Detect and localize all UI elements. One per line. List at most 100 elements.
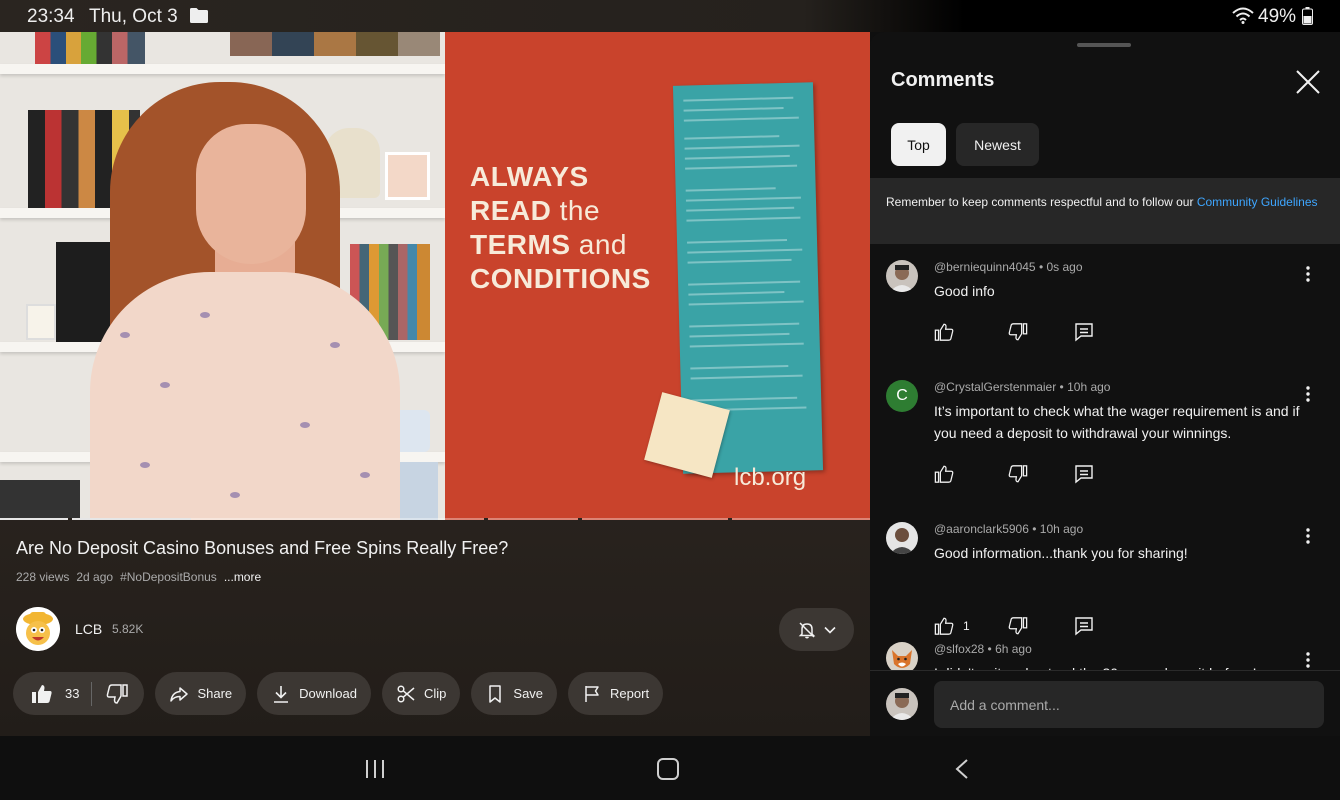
share-label: Share [197,686,233,701]
comment-author[interactable]: @CrystalGerstenmaier [934,380,1056,394]
status-date: Thu, Oct 3 [89,6,178,27]
video-progress-bar[interactable] [0,518,870,520]
wifi-icon [1232,7,1254,24]
chapter-gap [728,518,732,520]
home-icon[interactable] [657,758,679,780]
save-button[interactable]: Save [471,672,558,715]
comment-text: It’s important to check what the wager r… [934,403,1300,441]
more-link[interactable]: ...more [224,570,261,584]
comment-actions [934,464,1094,484]
drag-handle[interactable] [1077,43,1131,47]
user-photo-icon [886,260,918,292]
battery-percent: 49% [1258,6,1297,27]
comment-time: 0s ago [1046,260,1083,274]
comment-author[interactable]: @slfox28 [934,642,984,656]
books [35,32,145,64]
more-vert-icon[interactable] [1298,384,1318,404]
books [230,32,440,56]
upload-age: 2d ago [76,570,114,584]
download-button[interactable]: Download [257,672,371,715]
thumbs-down-icon[interactable] [1008,464,1028,484]
picture-frame [26,304,56,340]
avatar[interactable] [886,522,918,554]
guidelines-text: Remember to keep comments respectful and… [886,195,1197,209]
more-vert-icon[interactable] [1298,264,1318,284]
like-button[interactable]: 33 [31,683,91,705]
channel-name[interactable]: LCB [75,621,102,637]
back-icon[interactable] [954,758,970,780]
thumbs-down-icon[interactable] [1008,322,1028,342]
chevron-down-icon [823,626,836,634]
comment-header: @CrystalGerstenmaier • 10h ago [934,380,1111,394]
lcb-mascot-icon [16,607,60,651]
title-card-website: lcb.org [734,464,807,491]
comment-header: @berniequinn4045 • 0s ago [934,260,1083,274]
comment-time: 10h ago [1039,522,1084,536]
reply-icon[interactable] [1074,322,1094,342]
clip-button[interactable]: Clip [382,672,461,715]
chapter-gap [484,518,488,520]
hashtag[interactable]: #NoDepositBonus [120,570,217,584]
chapter-gap [578,518,582,520]
current-user-avatar [886,688,918,720]
bookmark-icon [489,684,502,703]
thumbs-down-icon [107,683,129,704]
video-player[interactable]: ALWAYS READ the TERMS and CONDITIONS lcb… [0,32,870,520]
view-count: 228 views [16,570,70,584]
save-label: Save [513,686,544,701]
reply-icon[interactable] [1074,464,1094,484]
presenter-face [196,124,306,264]
subscriber-count: 5.82K [112,622,144,636]
video-pane: ALWAYS READ the TERMS and CONDITIONS lcb… [0,32,870,736]
more-vert-icon[interactable] [1298,650,1318,670]
thumbs-up-icon[interactable] [934,322,954,342]
box [398,462,438,520]
report-button[interactable]: Report [568,672,664,715]
dislike-button[interactable] [92,683,144,705]
channel-avatar[interactable] [16,607,60,651]
community-guidelines-link[interactable]: Community Guidelines [1197,195,1318,209]
add-comment-row [870,670,1340,736]
video-actions: 33 Share Download Clip Save Report [13,672,664,715]
sort-chip-newest[interactable]: Newest [956,123,1039,166]
folder-icon [190,8,208,23]
thumbs-up-filled-icon [32,684,52,703]
thumbs-up-icon[interactable] [934,616,954,636]
report-label: Report [610,686,650,701]
comment-actions [934,322,1094,342]
video-progress-fill [0,518,192,520]
chair [0,480,80,520]
sort-chip-top[interactable]: Top [891,123,946,166]
flag-icon [585,685,599,702]
comment-author[interactable]: @berniequinn4045 [934,260,1036,274]
download-label: Download [299,686,357,701]
comment-like-count: 1 [963,619,970,633]
comment-header: @slfox28 • 6h ago [934,642,1032,656]
recent-apps-icon[interactable] [364,760,386,778]
user-photo-icon [886,688,918,720]
notification-settings-button[interactable] [779,608,854,651]
scissors-icon [397,684,415,703]
community-guidelines-notice: Remember to keep comments respectful and… [870,178,1340,244]
thumbs-down-icon[interactable] [1008,616,1028,636]
video-title[interactable]: Are No Deposit Casino Bonuses and Free S… [16,538,508,559]
picture-frame [385,152,430,200]
download-icon [274,685,289,703]
add-comment-input[interactable] [934,681,1324,728]
share-button[interactable]: Share [155,672,247,715]
close-icon[interactable] [1294,68,1322,96]
comment-author[interactable]: @aaronclark5906 [934,522,1029,536]
comment-time: 6h ago [995,642,1032,656]
chapter-gap [68,518,72,520]
comment-actions: 1 [934,616,1094,636]
more-vert-icon[interactable] [1298,526,1318,546]
avatar[interactable]: C [886,380,918,412]
avatar[interactable] [886,260,918,292]
status-time: 23:34 [27,6,75,27]
comment-text: Good information...thank you for sharing… [934,545,1188,561]
reply-icon[interactable] [1074,616,1094,636]
video-metadata[interactable]: 228 views 2d ago #NoDepositBonus ...more [16,570,261,584]
thumbs-up-icon[interactable] [934,464,954,484]
comment-text: Good info [934,283,995,299]
comment-time: 10h ago [1067,380,1111,394]
